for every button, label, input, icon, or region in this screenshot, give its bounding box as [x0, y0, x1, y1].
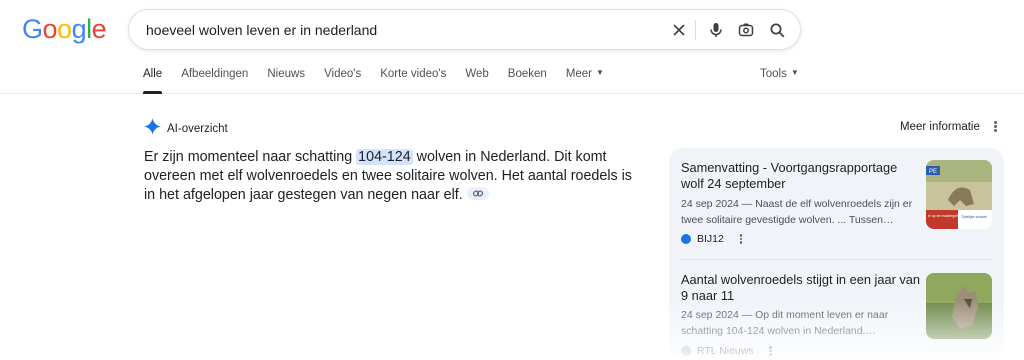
tab-label: Video's [324, 68, 362, 80]
logo-letter: e [91, 14, 107, 44]
sparkle-icon [144, 118, 161, 140]
more-options-icon[interactable] [738, 233, 744, 245]
google-logo[interactable]: Google [22, 14, 107, 45]
lens-icon[interactable] [734, 18, 758, 42]
thumb-text: ie op de maatregelen [928, 214, 961, 218]
search-divider [695, 20, 696, 40]
globe-icon [681, 346, 691, 356]
source-site[interactable]: RTL Nieuws [681, 345, 774, 357]
source-site[interactable]: BIJ12 [681, 233, 744, 245]
link-icon[interactable] [466, 187, 489, 200]
tab-videos[interactable]: Video's [324, 68, 361, 94]
source-thumbnail[interactable]: PE ie op de maatregelen Tijdelijke schad… [926, 160, 992, 229]
source-snippet: 24 sep 2024 — Naast de elf wolvenroedels… [681, 198, 913, 226]
source-card[interactable]: Samenvatting - Voortgangsrapportage wolf… [669, 148, 1004, 258]
tab-label: Korte video's [380, 68, 447, 80]
search-input[interactable]: hoeveel wolven leven er in nederland [146, 22, 377, 38]
logo-letter: o [42, 14, 58, 44]
tab-afbeeldingen[interactable]: Afbeeldingen [181, 68, 248, 94]
source-card[interactable]: Aantal wolvenroedels stijgt in een jaar … [669, 260, 1004, 360]
tab-web[interactable]: Web [465, 68, 488, 94]
ai-overview-header: AI-overzicht [144, 118, 228, 140]
ai-answer-text: Er zijn momenteel naar schatting 104-124… [144, 148, 634, 205]
source-thumbnail[interactable] [926, 273, 992, 339]
sources-panel: Samenvatting - Voortgangsrapportage wolf… [669, 148, 1004, 360]
tab-label: Boeken [507, 68, 547, 80]
tab-korte-videos[interactable]: Korte video's [380, 68, 446, 94]
search-icon[interactable] [765, 18, 789, 42]
tools-button[interactable]: Tools ▼ [760, 68, 799, 80]
logo-letter: g [71, 14, 87, 44]
tab-label: Nieuws [267, 68, 306, 80]
source-title[interactable]: Samenvatting - Voortgangsrapportage wolf… [681, 160, 921, 192]
tab-boeken[interactable]: Boeken [508, 68, 547, 94]
tab-alle[interactable]: Alle [143, 68, 163, 94]
tab-label: Meer [565, 68, 593, 80]
thumb-text: Tijdelijke schade [961, 215, 987, 219]
source-title[interactable]: Aantal wolvenroedels stijgt in een jaar … [681, 272, 921, 304]
logo-letter: G [22, 14, 43, 44]
mic-icon[interactable] [704, 18, 728, 42]
ai-overview-label: AI-overzicht [167, 123, 228, 135]
search-box[interactable]: hoeveel wolven leven er in nederland [128, 9, 801, 50]
tab-meer[interactable]: Meer ▼ [566, 68, 604, 94]
tools-label: Tools [760, 68, 787, 80]
more-options-icon[interactable] [990, 120, 1000, 136]
thumb-text: PE [929, 169, 937, 175]
caret-down-icon: ▼ [596, 68, 604, 77]
tab-nieuws[interactable]: Nieuws [267, 68, 305, 94]
search-tabs: Alle Afbeeldingen Nieuws Video's Korte v… [143, 68, 623, 94]
source-snippet: 24 sep 2024 — Op dit moment leven er naa… [681, 309, 889, 337]
more-options-icon[interactable] [768, 345, 774, 357]
clear-icon[interactable] [667, 18, 691, 42]
caret-down-icon: ▼ [790, 68, 799, 77]
answer-part: Er zijn momenteel naar schatting [144, 149, 357, 165]
globe-icon [681, 234, 691, 244]
source-site-name: RTL Nieuws [697, 345, 754, 357]
answer-highlight: 104-124 [356, 149, 413, 165]
source-site-name: BIJ12 [697, 233, 724, 245]
more-info-link[interactable]: Meer informatie [900, 121, 980, 133]
header: Google hoeveel wolven leven er in nederl… [0, 0, 1024, 94]
tab-label: Afbeeldingen [181, 68, 249, 80]
tab-label: Alle [143, 68, 163, 80]
tab-label: Web [465, 68, 489, 80]
logo-letter: o [57, 14, 72, 44]
